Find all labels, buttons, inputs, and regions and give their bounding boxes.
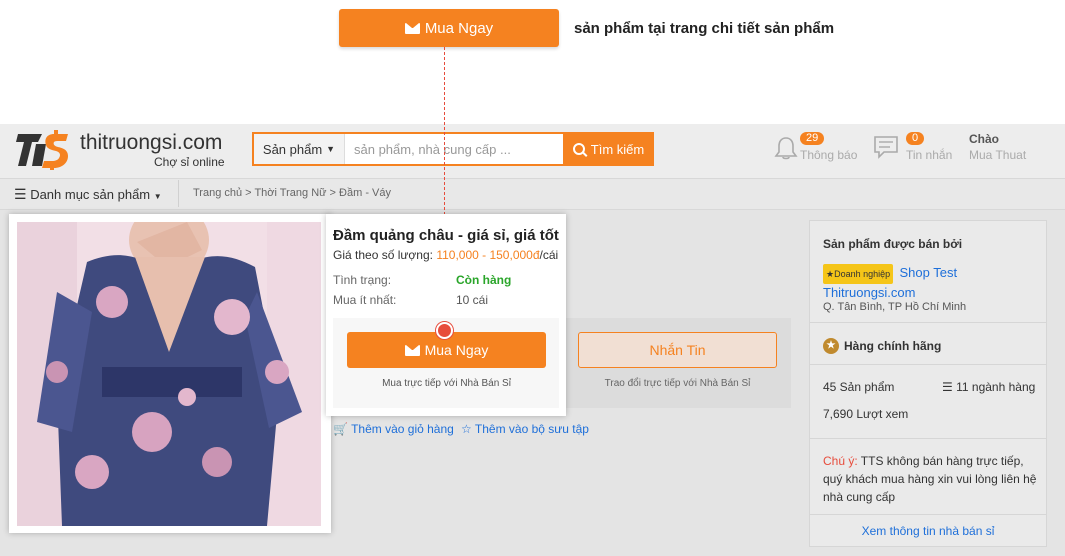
- divider: [809, 514, 1047, 515]
- list-icon: ☰: [942, 380, 953, 394]
- message-subtext: Trao đổi trực tiếp với Nhà Bán Sỉ: [604, 378, 751, 389]
- medal-icon: ★: [823, 338, 839, 354]
- logo-subtitle: Chợ sỉ online: [154, 155, 225, 169]
- envelope-icon: [404, 344, 420, 356]
- annotation-dot: [436, 322, 453, 339]
- greeting: Chào: [969, 132, 999, 146]
- notification-count: 29: [800, 132, 825, 145]
- search-input[interactable]: [346, 134, 560, 164]
- logo-icon[interactable]: [16, 130, 72, 170]
- genuine-label: Hàng chính hãng: [844, 339, 942, 353]
- price-row: Giá theo số lượng: 110,000 - 150,000đ/cá…: [333, 248, 558, 262]
- category-menu-label: Danh mục sản phẩm: [30, 187, 151, 202]
- annotation-note: sản phẩm tại trang chi tiết sản phẩm: [574, 20, 835, 37]
- star-icon: ☆: [461, 422, 472, 436]
- annotation-buy-button[interactable]: Mua Ngay: [339, 9, 559, 47]
- business-badge: ★Doanh nghiệp: [823, 264, 894, 284]
- seller-name-block[interactable]: ★Doanh nghiệp Shop Test Thitruongsi.com: [823, 264, 1033, 302]
- genuine-badge: ★ Hàng chính hãng: [823, 338, 941, 354]
- add-to-cart-link[interactable]: 🛒 Thêm vào giỏ hàng: [333, 422, 454, 436]
- product-image[interactable]: [17, 222, 321, 526]
- caret-down-icon: ▼: [153, 192, 162, 201]
- user-name[interactable]: Mua Thuat: [969, 148, 1026, 162]
- caret-down-icon: ▼: [326, 144, 336, 154]
- divider: [809, 322, 1047, 323]
- seller-heading: Sản phẩm được bán bởi: [823, 237, 963, 251]
- search-icon: [572, 143, 585, 155]
- view-seller-info-link[interactable]: Xem thông tin nhà bán sỉ: [809, 524, 1047, 538]
- product-title: Đầm quảng châu - giá sỉ, giá tốt: [333, 227, 559, 244]
- notification-label[interactable]: Thông báo: [800, 148, 857, 162]
- buy-now-subtext: Mua trực tiếp với Nhà Bán Sỉ: [382, 378, 511, 389]
- search-button-label: Tìm kiếm: [590, 141, 645, 157]
- cart-icon: 🛒: [333, 422, 348, 436]
- category-count-label: 11 ngành hàng: [956, 380, 1036, 394]
- price-value: 110,000 - 150,000đ: [436, 248, 540, 262]
- min-order-value: 10 cái: [456, 293, 489, 307]
- envelope-icon: [404, 22, 420, 34]
- search-category-label: Sản phẩm: [262, 141, 323, 157]
- price-label: Giá theo số lượng:: [333, 248, 433, 262]
- message-button[interactable]: Nhắn Tin: [578, 332, 777, 368]
- view-count: 7,690 Lượt xem: [823, 407, 909, 421]
- seller-location: Q. Tân Bình, TP Hồ Chí Minh: [823, 301, 967, 313]
- message-button-label: Nhắn Tin: [649, 342, 706, 358]
- status-value: Còn hàng: [456, 273, 512, 287]
- buy-now-label: Mua Ngay: [424, 342, 489, 358]
- message-label[interactable]: Tin nhắn: [906, 148, 952, 162]
- business-badge-label: Doanh nghiệp: [834, 269, 891, 279]
- status-label: Tình trạng:: [333, 273, 392, 287]
- divider: [178, 180, 179, 207]
- seller-note: Chú ý: TTS không bán hàng trực tiếp, quý…: [823, 452, 1037, 506]
- add-to-cart-label: Thêm vào giỏ hàng: [351, 422, 454, 436]
- breadcrumb[interactable]: Trang chủ > Thời Trang Nữ > Đầm - Váy: [193, 187, 391, 199]
- search-category-select[interactable]: Sản phẩm ▼: [254, 134, 345, 164]
- divider: [809, 438, 1047, 439]
- note-label: Chú ý:: [823, 454, 858, 468]
- annotation-buy-label: Mua Ngay: [424, 19, 494, 37]
- search-button[interactable]: Tìm kiếm: [563, 132, 654, 166]
- min-order-label: Mua ít nhất:: [333, 293, 397, 307]
- seller-domain[interactable]: Thitruongsi.com: [823, 285, 915, 300]
- category-count: ☰ 11 ngành hàng: [942, 380, 1035, 394]
- logo-text[interactable]: thitruongsi.com: [80, 131, 222, 155]
- divider: [809, 364, 1047, 365]
- add-to-collection-link[interactable]: ☆ Thêm vào bộ sưu tập: [461, 422, 589, 436]
- add-to-collection-label: Thêm vào bộ sưu tập: [474, 422, 589, 436]
- price-unit: /cái: [539, 248, 559, 262]
- menu-icon: ☰: [14, 186, 27, 202]
- bell-icon[interactable]: [773, 135, 799, 161]
- message-count: 0: [906, 132, 925, 145]
- seller-name[interactable]: Shop Test: [899, 265, 957, 280]
- star-icon: ★: [826, 269, 835, 279]
- category-menu[interactable]: ☰ Danh mục sản phẩm ▼: [14, 186, 162, 203]
- product-count: 45 Sản phẩm: [823, 380, 895, 394]
- chat-icon[interactable]: [873, 134, 899, 160]
